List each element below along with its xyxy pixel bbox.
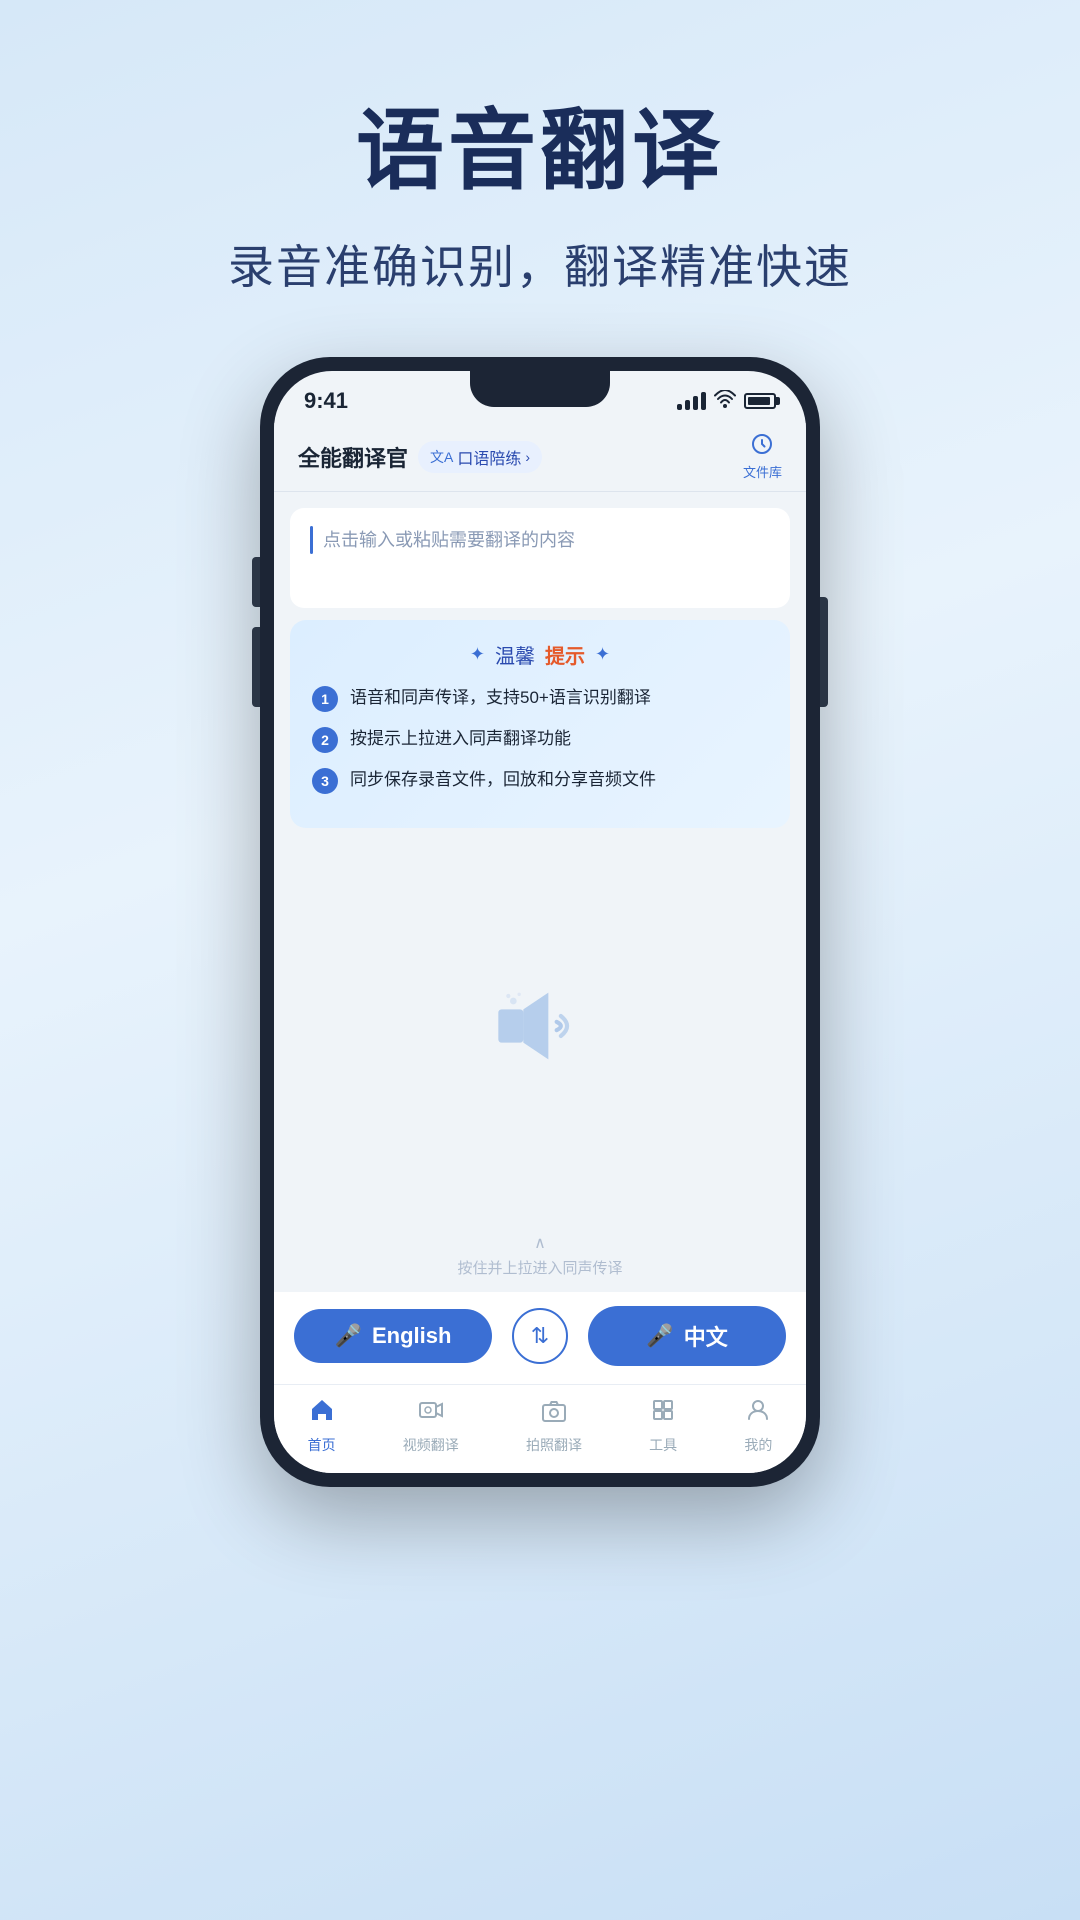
nav-item-tools[interactable]: 工具 <box>649 1397 677 1455</box>
chinese-label: 中文 <box>684 1320 728 1352</box>
tips-card: ✦ 温馨 提示 ✦ 1 语音和同声传译，支持50+语言识别翻译 2 按提示上拉进… <box>290 620 790 828</box>
speaker-icon-wrapper <box>480 976 600 1076</box>
nav-label-photo: 拍照翻译 <box>526 1435 582 1455</box>
english-voice-button[interactable]: 🎤 English <box>294 1309 492 1363</box>
page-header: 语音翻译 录音准确识别，翻译精准快速 <box>0 0 1080 297</box>
nav-item-home[interactable]: 首页 <box>308 1397 336 1455</box>
input-placeholder: 点击输入或粘贴需要翻译的内容 <box>323 526 575 552</box>
camera-icon <box>541 1397 567 1430</box>
chevron-right-icon: › <box>525 449 530 465</box>
mic-icon-chinese: 🎤 <box>646 1323 673 1349</box>
tips-item-text-3: 同步保存录音文件，回放和分享音频文件 <box>350 767 656 793</box>
status-time: 9:41 <box>304 388 348 414</box>
home-icon <box>309 1397 335 1430</box>
header-left: 全能翻译官 文A 口语陪练 › <box>298 441 542 473</box>
phone-mockup: 9:41 <box>0 357 1080 1487</box>
bottom-nav: 首页 视频翻译 <box>274 1384 806 1473</box>
star-icon-right: ✦ <box>595 644 610 665</box>
nav-label-home: 首页 <box>308 1435 336 1455</box>
phone-screen: 9:41 <box>274 371 806 1473</box>
app-title: 全能翻译官 <box>298 441 408 473</box>
side-button-volume-up <box>252 557 260 607</box>
tips-num-3: 3 <box>312 768 338 794</box>
battery-icon <box>744 393 776 409</box>
swipe-hint: ∧ 按住并上拉进入同声传译 <box>274 1223 806 1292</box>
tips-title-warm: 温馨 <box>495 640 535 669</box>
nav-label-tools: 工具 <box>649 1435 677 1455</box>
tips-header: ✦ 温馨 提示 ✦ <box>312 640 768 669</box>
video-icon <box>418 1397 444 1430</box>
file-lib-button[interactable]: 文件库 <box>743 433 782 481</box>
file-lib-text: 文件库 <box>743 462 782 481</box>
tips-num-2: 2 <box>312 727 338 753</box>
tips-item-2: 2 按提示上拉进入同声翻译功能 <box>312 726 768 753</box>
wifi-icon <box>714 390 736 413</box>
tips-title-hint: 提示 <box>545 640 585 669</box>
nav-label-video: 视频翻译 <box>403 1435 459 1455</box>
page-title: 语音翻译 <box>0 80 1080 207</box>
nav-label-me: 我的 <box>744 1435 772 1455</box>
status-icons <box>677 390 776 413</box>
tips-item-text-1: 语音和同声传译，支持50+语言识别翻译 <box>350 685 651 711</box>
side-button-volume-down <box>252 627 260 707</box>
divider <box>274 491 806 492</box>
tips-item-3: 3 同步保存录音文件，回放和分享音频文件 <box>312 767 768 794</box>
speaker-icon <box>490 981 590 1071</box>
phone-notch <box>470 371 610 407</box>
tips-num-1: 1 <box>312 686 338 712</box>
chinese-voice-button[interactable]: 🎤 中文 <box>588 1306 786 1366</box>
tips-item-1: 1 语音和同声传译，支持50+语言识别翻译 <box>312 685 768 712</box>
swipe-chevron-icon: ∧ <box>274 1233 806 1253</box>
side-button-power <box>820 597 828 707</box>
swipe-text: 按住并上拉进入同声传译 <box>274 1257 806 1278</box>
speaker-area <box>274 828 806 1223</box>
voice-buttons: 🎤 English ⇅ 🎤 中文 <box>274 1292 806 1384</box>
tools-icon <box>650 1397 676 1430</box>
tips-item-text-2: 按提示上拉进入同声翻译功能 <box>350 726 571 752</box>
file-lib-icon <box>751 433 773 460</box>
mic-icon-english: 🎤 <box>335 1323 362 1349</box>
translate-icon: 文A <box>430 447 453 467</box>
page-subtitle: 录音准确识别，翻译精准快速 <box>0 231 1080 297</box>
nav-item-photo[interactable]: 拍照翻译 <box>526 1397 582 1455</box>
signal-icon <box>677 392 706 410</box>
text-input-area[interactable]: 点击输入或粘贴需要翻译的内容 <box>290 508 790 608</box>
star-icon-left: ✦ <box>470 644 485 665</box>
nav-item-video[interactable]: 视频翻译 <box>403 1397 459 1455</box>
phone-frame: 9:41 <box>260 357 820 1487</box>
swap-language-button[interactable]: ⇅ <box>512 1308 568 1364</box>
app-header: 全能翻译官 文A 口语陪练 › 文件库 <box>274 423 806 491</box>
oral-practice-badge[interactable]: 文A 口语陪练 › <box>418 441 542 473</box>
user-icon <box>745 1397 771 1430</box>
nav-item-me[interactable]: 我的 <box>744 1397 772 1455</box>
oral-practice-text: 口语陪练 <box>457 445 521 469</box>
english-label: English <box>372 1323 451 1349</box>
cursor <box>310 526 313 554</box>
swap-icon: ⇅ <box>531 1323 549 1349</box>
